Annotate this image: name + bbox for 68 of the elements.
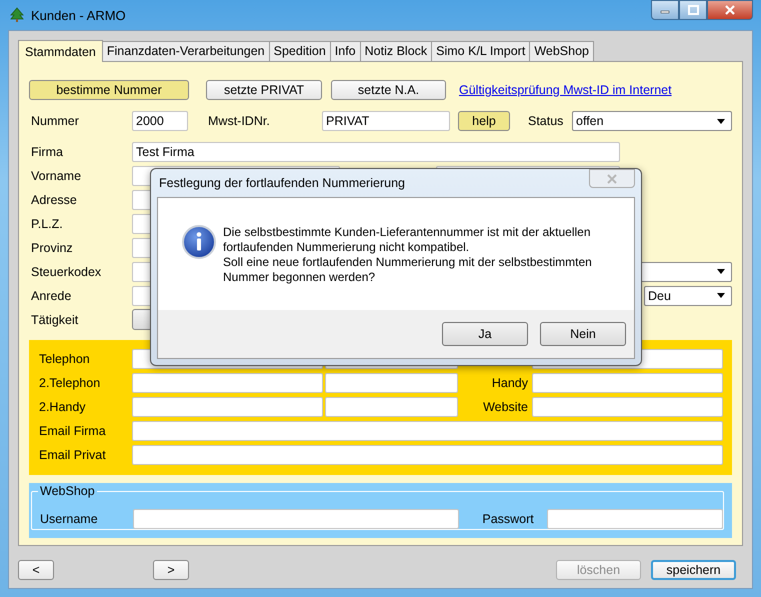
dialog-button[interactable]: Ja [442,322,528,346]
tab[interactable]: Stammdaten [18,40,103,62]
action-button[interactable]: bestimme Nummer [29,80,189,100]
maximize-button[interactable] [679,0,707,20]
info-icon [182,225,216,259]
caret-icon [717,269,725,274]
field-label: Nummer [30,114,80,128]
group-title: WebShop [38,484,97,498]
field-label: Mwst-IDNr. [207,114,271,128]
field-label: Tätigkeit [30,312,80,326]
field-label: Status [527,114,564,128]
field-label: Passwort [481,512,535,526]
field-label: 2.Handy [39,400,87,414]
input-field[interactable] [132,445,723,465]
input-field[interactable] [547,509,723,529]
dialog-button[interactable]: Nein [540,322,626,346]
maximize-icon [688,5,698,15]
input-field[interactable] [325,397,458,417]
field-label: Firma [30,144,64,158]
field-label: Vorname [30,168,82,182]
input-field[interactable] [132,373,323,393]
help-button[interactable]: help [458,111,510,131]
input-field[interactable]: Test Firma [132,142,620,162]
language-dropdown[interactable]: Deu [644,286,732,306]
field-label: Adresse [30,192,78,206]
input-field[interactable] [132,421,723,441]
navigation-button[interactable]: < [18,560,54,580]
input-field[interactable] [532,397,723,417]
field-label: Email Privat [39,448,107,462]
close-icon [606,174,618,184]
input-field[interactable] [532,373,723,393]
caret-icon [717,293,725,298]
close-button[interactable] [707,0,753,20]
action-button[interactable]: setzte N.A. [331,80,446,100]
status-dropdown[interactable]: offen [572,111,732,131]
tab[interactable]: Simo K/L Import [431,41,530,61]
field-label: Provinz [30,240,74,254]
field-label: Anrede [30,288,72,302]
field-label: Email Firma [39,424,107,438]
input-field[interactable] [132,397,323,417]
field-label: P.L.Z. [30,216,64,230]
field-label: Steuerkodex [30,264,102,278]
window-title: Kunden - ARMO [31,8,126,22]
dialog-title: Festlegung der fortlaufenden Nummerierung [159,176,405,190]
input-field[interactable] [132,509,460,529]
field-label: Username [40,512,99,526]
tab[interactable]: WebShop [529,41,594,61]
field-label: 2.Telephon [39,376,102,390]
close-icon [724,5,736,15]
tab[interactable]: Spedition [268,41,331,61]
tab[interactable]: Finanzdaten-Verarbeitungen [102,41,270,61]
input-field[interactable]: 2000 [132,111,188,131]
action-button[interactable]: speichern [651,560,736,580]
field-label: Telephon [39,352,91,366]
minimize-button[interactable] [651,0,679,20]
dialog-message: Die selbstbestimmte Kunden-Lieferantennummer ist mit der aktuellen fortlaufenden Nummerierung nicht kompatibel. [223,225,592,255]
validation-link[interactable]: Gültigkeitsprüfung Mwst-ID im Internet [459,83,672,97]
action-button[interactable]: setzte PRIVAT [206,80,322,100]
caret-icon [717,118,725,124]
dialog-message: Soll eine neue fortlaufenden Nummerierung mit der selbstbestimmten Nummer begonnen werden? [223,255,593,285]
field-label: Handy [492,376,528,390]
tab[interactable]: Info [330,41,361,61]
tree-icon [9,7,25,23]
navigation-button[interactable]: > [153,560,189,580]
field-label: Website [483,400,528,414]
input-field[interactable] [325,373,458,393]
tab[interactable]: Notiz Block [360,41,432,61]
input-field[interactable]: PRIVAT [322,111,450,131]
